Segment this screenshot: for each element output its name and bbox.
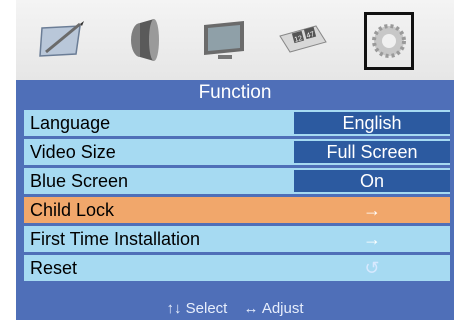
timer-icon[interactable]: 12 47 [274,11,334,69]
menu-item-reset[interactable]: Reset ↺ [24,255,450,281]
select-hint: ↑↓ Select [166,300,228,317]
menu-item-label: Language [30,113,111,133]
osd-menu: 12 47 Function Language English Video Si… [0,0,462,320]
language-value[interactable]: English [294,112,450,134]
menu-item-label: Blue Screen [30,171,129,191]
menu-item-label: First Time Installation [30,229,201,249]
menu-item-label: Video Size [30,142,116,162]
menu-item-video-size[interactable]: Video Size Full Screen [24,139,450,165]
footer-hints: ↑↓ Select ↔ Adjust [16,298,454,320]
screen-icon[interactable] [194,11,254,69]
picture-icon[interactable] [34,11,94,69]
gear-icon[interactable] [364,12,414,70]
function-menu-panel: Function Language English Video Size Ful… [16,80,454,320]
category-icon-bar: 12 47 [16,0,454,80]
menu-item-language[interactable]: Language English [24,110,450,136]
menu-item-blue-screen[interactable]: Blue Screen On [24,168,450,194]
adjust-hint: ↔ Adjust [243,300,304,317]
reset-icon: ↺ [364,258,380,278]
blue-screen-value[interactable]: On [294,170,450,192]
menu-item-label: Reset [30,258,78,278]
menu-item-first-time-installation[interactable]: First Time Installation → [24,226,450,252]
sound-icon[interactable] [114,11,174,69]
menu-item-label: Child Lock [30,200,115,220]
enter-arrow-icon: → [363,229,381,249]
menu-item-child-lock[interactable]: Child Lock → [24,197,450,223]
menu-title: Function [198,82,272,103]
video-size-value[interactable]: Full Screen [294,141,450,163]
enter-arrow-icon: → [363,200,381,220]
